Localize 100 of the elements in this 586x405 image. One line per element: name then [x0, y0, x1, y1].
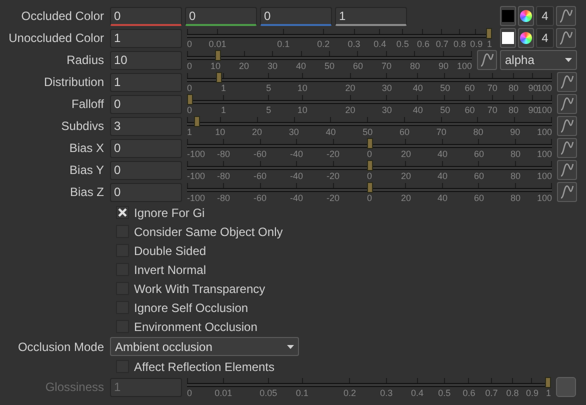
field-label: Bias Y [70, 162, 104, 179]
number-field[interactable]: 0 [110, 94, 182, 114]
number-field[interactable]: 0 [260, 6, 332, 26]
curve-icon [560, 141, 574, 155]
tick-label: 0 [187, 83, 192, 93]
slider-track[interactable] [187, 94, 552, 105]
tick-label: 0 [187, 388, 192, 398]
occlusion-mode-dropdown[interactable]: Ambient occlusion [110, 337, 299, 356]
number-field[interactable]: 0 [110, 6, 182, 26]
field-label: Occlusion Mode [18, 338, 104, 356]
curve-icon [559, 31, 573, 45]
curve-icon [560, 75, 574, 89]
tick-label: 50 [362, 127, 373, 137]
tick-label: 90 [438, 61, 448, 71]
animation-button[interactable] [557, 116, 577, 136]
tick-label: 60 [474, 193, 484, 203]
slider-track[interactable] [187, 72, 552, 83]
field-label: Falloff [72, 96, 104, 113]
tick-label: 20 [239, 61, 249, 71]
tick-label: 80 [508, 83, 518, 93]
number-field[interactable]: 1 [335, 6, 407, 26]
tick-label: 80 [510, 171, 520, 181]
number-field[interactable]: 1 [110, 72, 182, 92]
checkbox-label: Work With Transparency [134, 280, 266, 298]
tick-label: 0.01 [208, 39, 226, 49]
number-field[interactable]: 0 [110, 138, 182, 158]
tick-label: 100 [536, 127, 552, 137]
field-label: Distribution [44, 74, 104, 91]
channel-dropdown[interactable]: alpha [500, 50, 577, 70]
caret-icon [565, 58, 572, 62]
slider-track[interactable] [187, 28, 492, 39]
slider-thumb[interactable] [216, 72, 222, 83]
animation-button[interactable] [557, 72, 577, 92]
slider-track[interactable] [187, 50, 472, 61]
tick-label: 70 [382, 61, 392, 71]
number-field[interactable]: 0 [110, 182, 182, 202]
number-field[interactable]: 0 [185, 6, 257, 26]
number-field[interactable]: 3 [110, 116, 182, 136]
curve-icon [480, 53, 494, 67]
color-swatch[interactable] [502, 10, 514, 22]
animation-button[interactable] [477, 50, 497, 70]
tick-label: 1 [546, 388, 551, 398]
tick-label: 0 [367, 149, 372, 159]
number-field[interactable]: 10 [110, 50, 182, 70]
tick-label: 0.8 [506, 388, 519, 398]
number-field[interactable]: 1 [110, 28, 182, 48]
animation-button[interactable] [556, 6, 576, 26]
slider-thumb[interactable] [366, 138, 372, 149]
tick-label: 100 [456, 61, 472, 71]
slider-thumb[interactable] [486, 28, 492, 39]
channel-count-button[interactable]: 4 [536, 28, 554, 48]
slider-thumb[interactable] [187, 94, 193, 105]
animation-button[interactable] [557, 160, 577, 180]
tick-label: 0.6 [462, 388, 476, 398]
field-label: Bias Z [70, 184, 104, 201]
slider-track[interactable] [187, 138, 552, 149]
tick-label: 30 [268, 61, 278, 71]
animation-button[interactable] [557, 138, 577, 158]
tick-label: 0.7 [436, 39, 448, 49]
slider-track[interactable] [187, 182, 552, 193]
tick-label: 20 [345, 105, 356, 115]
tick-label: 0.8 [454, 39, 466, 49]
tick-label: 0.5 [438, 388, 451, 398]
tick-label: -80 [217, 171, 230, 181]
animation-button[interactable] [556, 28, 576, 48]
animation-button[interactable] [557, 94, 577, 114]
tick-label: -40 [290, 171, 303, 181]
checkbox-label: Consider Same Object Only [134, 224, 283, 240]
color-swatch[interactable] [502, 32, 514, 44]
slider-track[interactable] [187, 116, 552, 127]
tick-label: 0.9 [470, 39, 483, 49]
slider-track[interactable] [187, 160, 552, 171]
tick-label: 40 [438, 193, 448, 203]
curve-icon [559, 9, 573, 23]
tick-label: 30 [382, 83, 392, 93]
slider-thumb[interactable] [366, 182, 372, 193]
tick-label: 1 [221, 105, 226, 115]
tick-label: 0.9 [526, 388, 539, 398]
channel-count-button[interactable]: 4 [536, 6, 554, 26]
tick-label: 40 [326, 127, 336, 137]
tick-label: 40 [438, 171, 448, 181]
checkbox-label: Double Sided [134, 242, 206, 260]
tick-label: -60 [254, 149, 266, 159]
slider-thumb[interactable] [366, 160, 372, 171]
slider-thumb[interactable] [194, 116, 200, 127]
slider-thumb[interactable] [214, 50, 221, 61]
tick-label: 1 [187, 127, 192, 137]
color-picker-button[interactable] [518, 6, 534, 26]
tick-label: 50 [324, 61, 334, 71]
tick-label: 0.05 [260, 388, 278, 398]
animation-button[interactable] [557, 182, 577, 202]
tick-label: 10 [297, 83, 308, 93]
number-field[interactable]: 0 [110, 160, 182, 180]
tick-label: 10 [297, 105, 308, 115]
checkbox[interactable] [116, 206, 129, 219]
color-picker-button[interactable] [518, 28, 534, 48]
tick-label: 0.2 [317, 39, 330, 49]
tick-label: 5 [266, 105, 272, 115]
tick-label: 20 [401, 193, 411, 203]
tick-label: 0.7 [485, 388, 498, 398]
